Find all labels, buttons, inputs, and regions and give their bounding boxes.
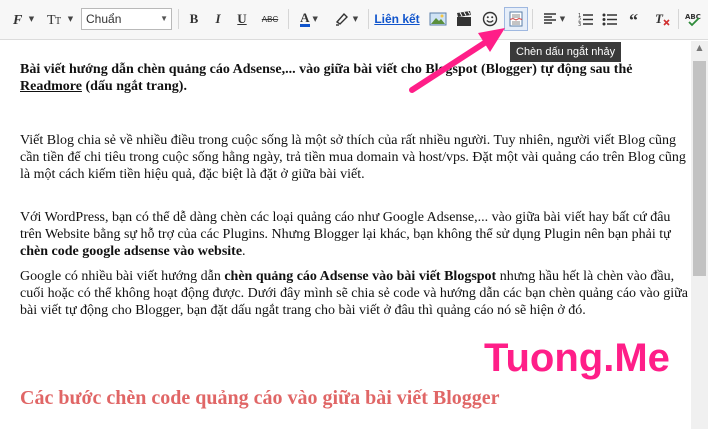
spellcheck-button[interactable]: ABC <box>683 8 705 30</box>
spellcheck-icon: ABC <box>685 13 701 27</box>
align-button[interactable]: ▼ <box>538 8 570 30</box>
strike-label: ABC <box>261 14 279 24</box>
svg-text:T: T <box>655 11 664 26</box>
underline-button[interactable]: U <box>232 8 252 30</box>
font-size-icon: T T <box>47 13 61 26</box>
toolbar-divider <box>368 9 369 29</box>
smiley-icon <box>482 11 498 27</box>
paragraph-1: Viết Blog chia sẻ về nhiều điều trong cu… <box>20 133 686 182</box>
highlight-color-button[interactable]: ▼ <box>330 8 362 30</box>
intro-text-end: (dấu ngắt trang). <box>81 79 187 94</box>
font-family-icon: F <box>12 13 23 26</box>
tooltip: Chèn dấu ngắt nhảy <box>510 42 622 62</box>
bold-label: B <box>189 11 199 26</box>
chevron-down-icon: ▼ <box>160 14 168 23</box>
quote-button[interactable]: “ <box>626 8 648 30</box>
font-size-button[interactable]: T T ▼ <box>44 8 76 30</box>
svg-text:T: T <box>55 16 61 26</box>
paragraph-2-bold: chèn code google adsense vào website <box>20 244 243 259</box>
paragraph-2-end: . <box>242 244 246 259</box>
post-body[interactable]: Bài viết hướng dẫn chèn quảng cáo Adsens… <box>20 61 694 409</box>
intro-summary: Bài viết hướng dẫn chèn quảng cáo Adsens… <box>20 61 694 95</box>
numbered-list-icon: 1 2 3 <box>578 13 593 26</box>
paragraph-3-text: Google có nhiều bài viết hướng dẫn <box>20 269 225 284</box>
bullet-list-button[interactable] <box>600 8 620 30</box>
remove-formatting-icon: T <box>655 11 670 26</box>
numbered-list-button[interactable]: 1 2 3 <box>576 8 596 30</box>
chevron-down-icon: ▼ <box>559 15 566 23</box>
image-icon <box>429 12 447 26</box>
quote-icon: “ <box>629 12 638 26</box>
highlighter-icon <box>335 12 348 26</box>
text-color-button[interactable]: A ▼ <box>294 8 324 30</box>
link-label: Liên kết <box>374 12 420 26</box>
text-color-label: A <box>300 10 310 27</box>
format-select[interactable]: Chuẩn ▼ <box>81 8 172 30</box>
toolbar-divider <box>178 9 179 29</box>
insert-image-button[interactable] <box>427 8 449 30</box>
svg-text:F: F <box>12 13 23 26</box>
paragraph-2-text: Với WordPress, bạn có thể dễ dàng chèn c… <box>20 210 671 242</box>
video-icon <box>457 11 471 26</box>
paragraph-2: Với WordPress, bạn có thể dễ dàng chèn c… <box>20 209 694 260</box>
intro-text: Bài viết hướng dẫn chèn quảng cáo Adsens… <box>20 62 633 77</box>
insert-video-button[interactable] <box>453 8 475 30</box>
chevron-down-icon: ▼ <box>28 15 35 23</box>
bold-button[interactable]: B <box>184 8 204 30</box>
scrollbar-thumb[interactable] <box>693 61 706 276</box>
watermark-logo: Tuong.Me <box>484 336 670 380</box>
toolbar-divider <box>532 9 533 29</box>
svg-text:3: 3 <box>578 22 581 26</box>
editor-toolbar: F ▼ T T ▼ Chuẩn ▼ B I U ABC A ▼ ▼ Liên k… <box>0 0 708 40</box>
font-family-button[interactable]: F ▼ <box>8 8 38 30</box>
chevron-down-icon: ▼ <box>352 15 359 23</box>
paragraph-3-bold: chèn quảng cáo Adsense vào bài viết Blog… <box>224 269 497 284</box>
scroll-up-icon[interactable]: ▲ <box>691 43 708 57</box>
align-left-icon <box>543 13 556 24</box>
italic-label: I <box>215 11 221 26</box>
link-button[interactable]: Liên kết <box>372 8 422 30</box>
remove-formatting-button[interactable]: T <box>652 8 674 30</box>
underline-label: U <box>237 11 247 26</box>
toolbar-divider <box>678 9 679 29</box>
chevron-down-icon: ▼ <box>67 15 74 23</box>
bullet-list-icon <box>602 13 617 26</box>
svg-text:“: “ <box>629 12 638 26</box>
toolbar-divider <box>288 9 289 29</box>
paragraph-3: Google có nhiều bài viết hướng dẫn chèn … <box>20 268 694 319</box>
svg-text:ABC: ABC <box>685 13 701 21</box>
insert-jump-break-button[interactable] <box>504 7 528 31</box>
readmore-term: Readmore <box>20 79 82 94</box>
strikethrough-button[interactable]: ABC <box>258 8 282 30</box>
insert-emoji-button[interactable] <box>479 8 501 30</box>
section-heading: Các bước chèn code quảng cáo vào giữa bà… <box>20 387 500 409</box>
chevron-down-icon: ▼ <box>312 15 318 23</box>
italic-button[interactable]: I <box>208 8 228 30</box>
format-select-value: Chuẩn <box>86 12 122 26</box>
jump-break-icon <box>509 11 523 27</box>
